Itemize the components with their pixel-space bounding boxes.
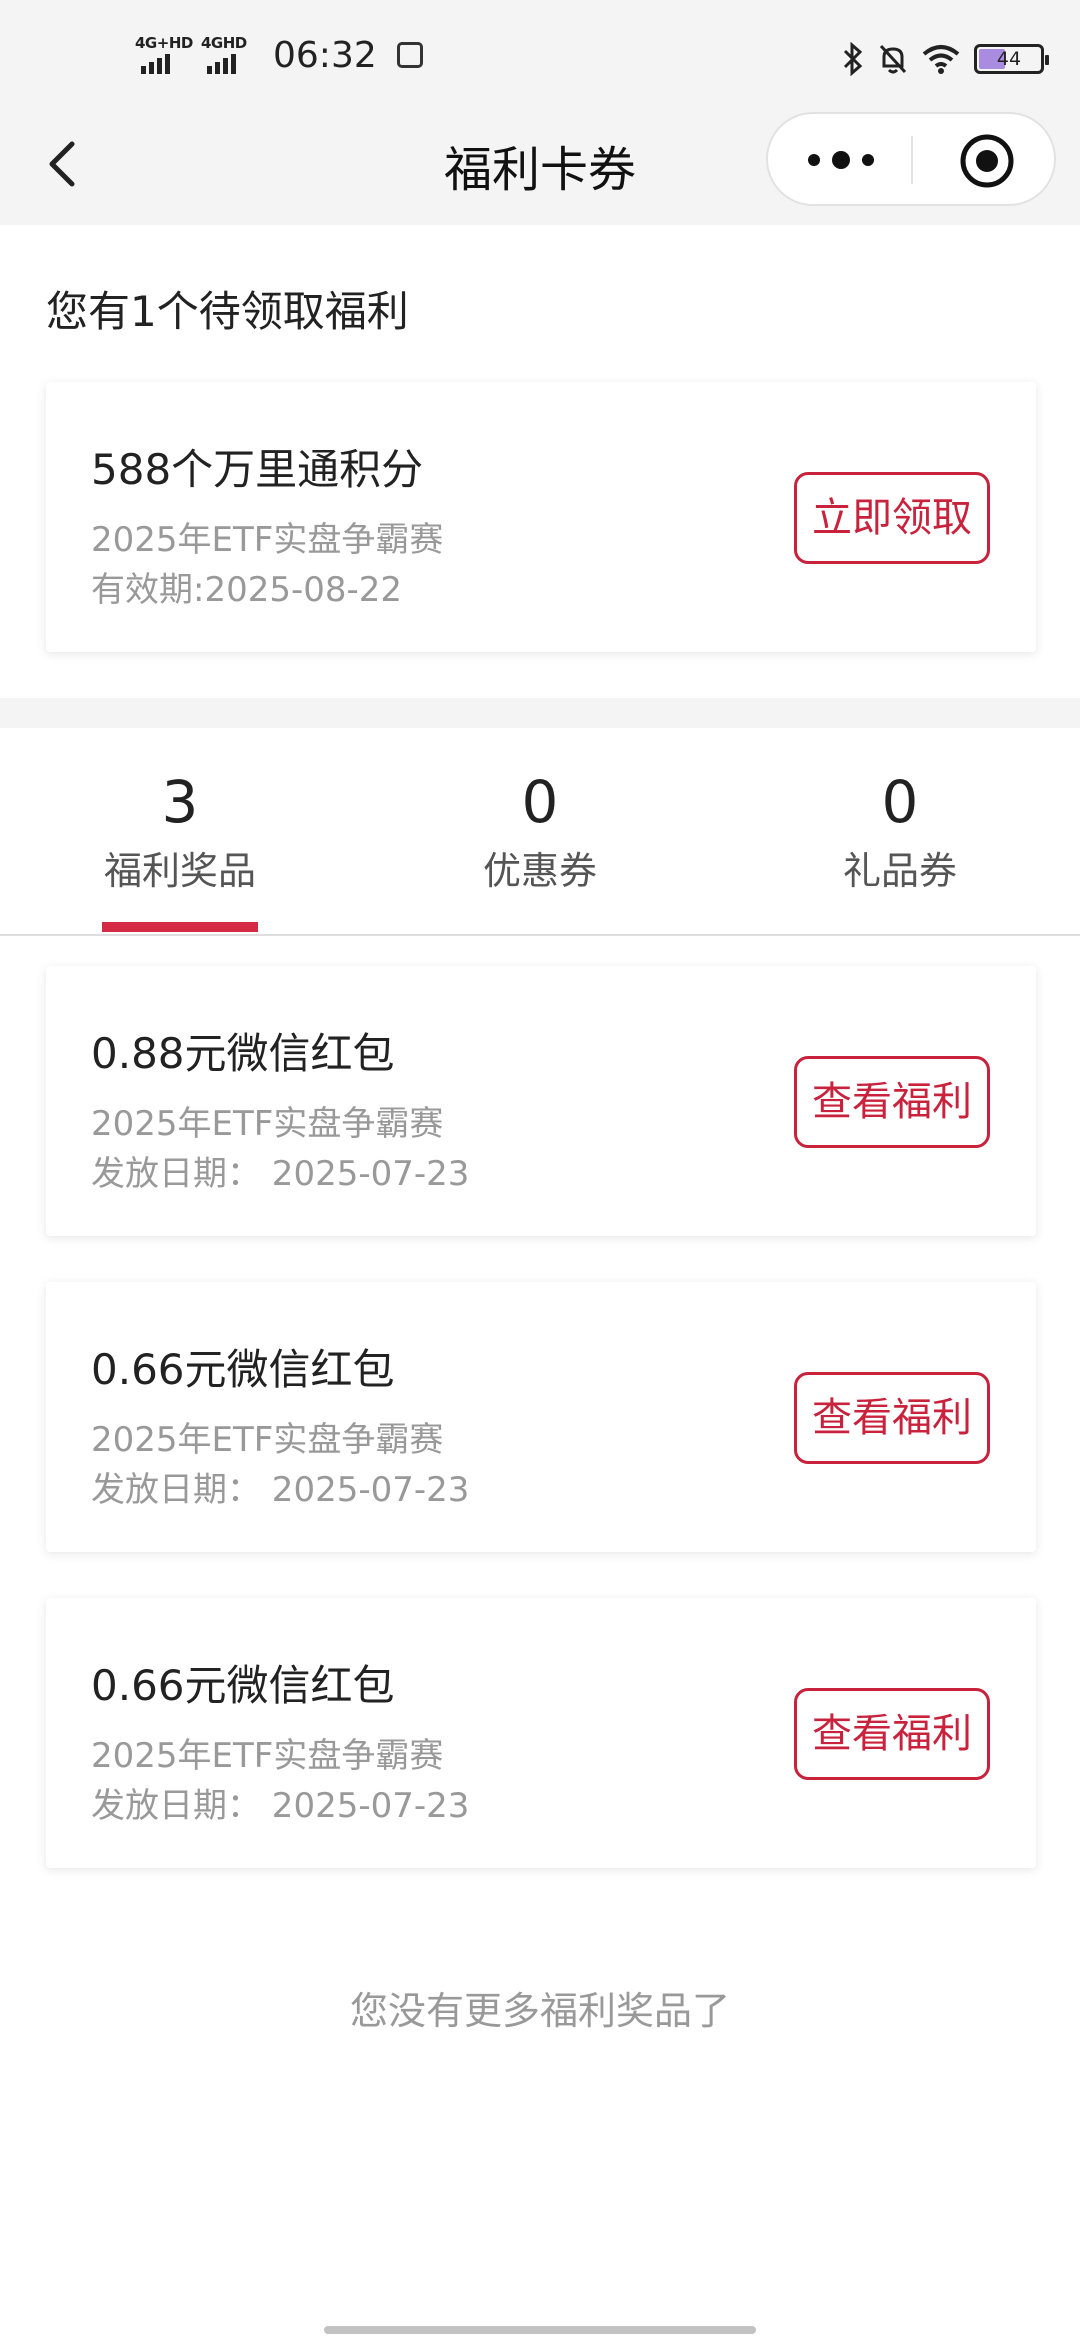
prize-card: 0.88元微信红包 2025年ETF实盘争霸赛 发放日期： 2025-07-23…: [46, 966, 1036, 1236]
tab-count: 3: [161, 768, 199, 836]
wifi-icon: [922, 45, 960, 74]
prize-date: 发放日期： 2025-07-23: [91, 1470, 470, 1510]
signal-icon: 4GHD: [201, 34, 253, 76]
tab-count: 0: [521, 768, 559, 836]
prize-title: 0.66元微信红包: [91, 1661, 395, 1710]
view-prize-button[interactable]: 查看福利: [794, 1372, 990, 1464]
prize-subtitle: 2025年ETF实盘争霸赛: [91, 1736, 444, 1776]
pending-label: 您有1个待领取福利: [46, 287, 409, 336]
mute-bell-icon: [879, 44, 907, 74]
view-prize-button[interactable]: 查看福利: [794, 1688, 990, 1780]
battery-icon: 44: [974, 44, 1049, 74]
tab-count: 0: [881, 768, 919, 836]
battery-level: 44: [996, 48, 1022, 70]
tab-label: 优惠券: [482, 849, 597, 893]
prize-card: 0.66元微信红包 2025年ETF实盘争霸赛 发放日期： 2025-07-23…: [46, 1598, 1036, 1868]
network-label: 4GHD: [201, 34, 247, 52]
status-right: 44: [842, 42, 1049, 76]
tab-label: 福利奖品: [103, 849, 256, 893]
pending-card: 588个万里通积分 2025年ETF实盘争霸赛 有效期:2025-08-22 立…: [46, 382, 1036, 652]
tab-gift-vouchers[interactable]: 0 礼品券: [720, 728, 1080, 934]
prize-date: 发放日期： 2025-07-23: [91, 1154, 470, 1194]
network-label: 4G+HD: [135, 34, 193, 52]
bluetooth-icon: [843, 42, 863, 76]
section-divider: [0, 698, 1080, 728]
mini-program-capsule: [766, 112, 1056, 206]
tab-label: 礼品券: [842, 849, 957, 893]
tab-coupons[interactable]: 0 优惠券: [360, 728, 720, 934]
view-prize-button[interactable]: 查看福利: [794, 1056, 990, 1148]
signal-icon: 4G+HD: [135, 34, 193, 76]
prize-card: 0.66元微信红包 2025年ETF实盘争霸赛 发放日期： 2025-07-23…: [46, 1282, 1036, 1552]
status-left: 4G+HD 4GHD 06:32: [135, 34, 423, 76]
capsule-divider: [911, 136, 913, 184]
claim-now-button[interactable]: 立即领取: [794, 472, 990, 564]
target-close-icon: [960, 134, 1014, 188]
prize-subtitle: 2025年ETF实盘争霸赛: [91, 1420, 444, 1460]
more-dots-icon: [808, 151, 874, 169]
tab-prizes[interactable]: 3 福利奖品: [0, 728, 360, 934]
prize-subtitle: 2025年ETF实盘争霸赛: [91, 1104, 444, 1144]
tab-bar: 3 福利奖品 0 优惠券 0 礼品券: [0, 728, 1080, 936]
pending-title: 588个万里通积分: [91, 445, 424, 494]
pending-subtitle: 2025年ETF实盘争霸赛: [91, 520, 444, 560]
active-tab-indicator: [102, 922, 258, 932]
more-button[interactable]: [796, 132, 886, 188]
nav-bar: 福利卡券: [0, 112, 1080, 217]
prize-title: 0.88元微信红包: [91, 1029, 395, 1078]
pending-validity: 有效期:2025-08-22: [91, 570, 403, 610]
app-notification-icon: [396, 42, 423, 68]
status-time: 06:32: [273, 34, 377, 76]
prize-date: 发放日期： 2025-07-23: [91, 1786, 470, 1826]
close-mini-program-button[interactable]: [958, 132, 1016, 190]
no-more-text: 您没有更多福利奖品了: [349, 1989, 730, 2033]
status-bar: 4G+HD 4GHD 06:32 44: [0, 0, 1080, 120]
prize-title: 0.66元微信红包: [91, 1345, 395, 1394]
home-indicator[interactable]: [324, 2326, 756, 2334]
top-area: 4G+HD 4GHD 06:32 44 福利卡券: [0, 0, 1080, 225]
